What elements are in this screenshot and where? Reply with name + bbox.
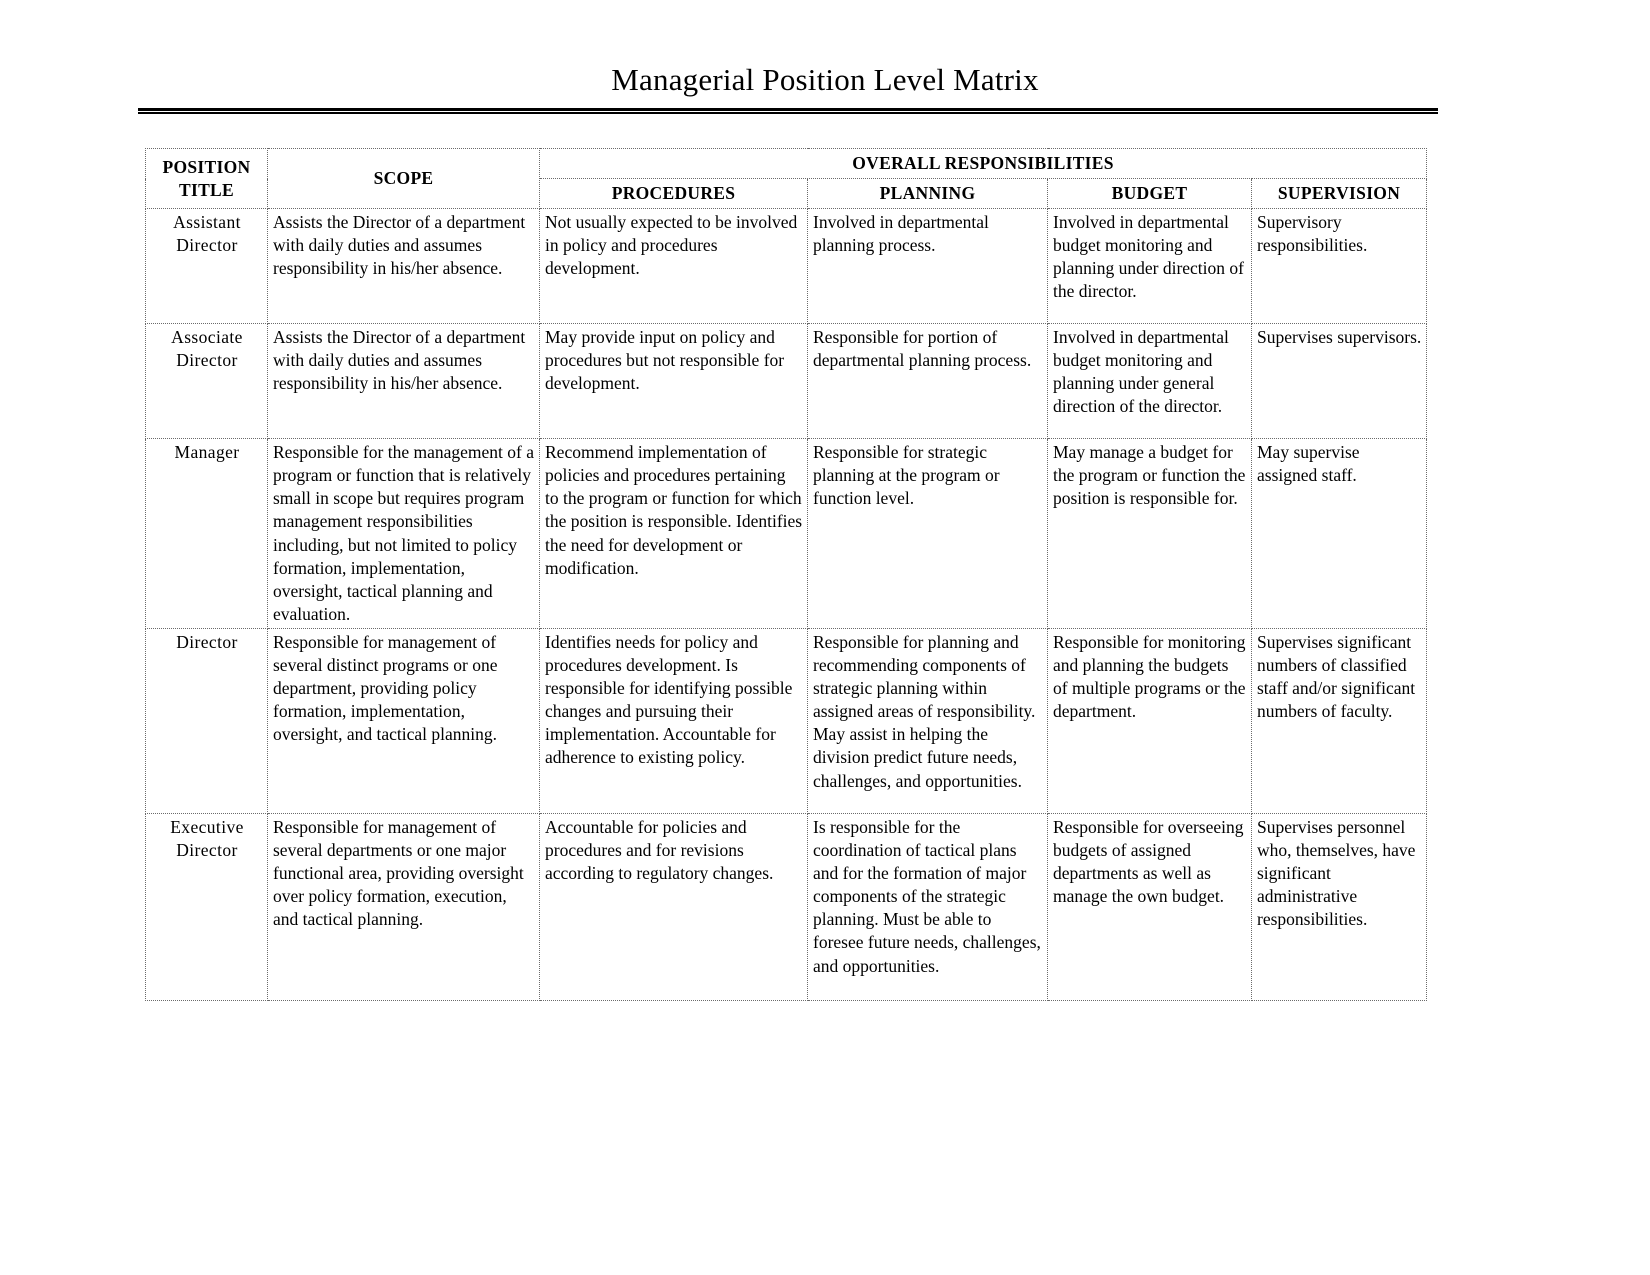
header-position-title: POSITION TITLE: [145, 147, 268, 210]
table-row: Associate Director Assists the Director …: [145, 323, 1428, 440]
table-row: Assistant Director Assists the Director …: [145, 208, 1428, 325]
cell-procedures: Accountable for policies and procedures …: [539, 812, 808, 1001]
table-row: Director Responsible for management of s…: [145, 627, 1428, 814]
cell-scope: Responsible for management of several di…: [267, 627, 540, 814]
row-position-title-line1: Manager: [174, 442, 240, 463]
row-position-title-line2: Director: [176, 840, 238, 861]
managerial-position-matrix: POSITION TITLE SCOPE OVERALL RESPONSIBIL…: [145, 147, 1428, 1001]
header-supervision: SUPERVISION: [1250, 178, 1428, 210]
cell-budget: Involved in departmental budget monitori…: [1047, 208, 1252, 325]
row-position-title: Assistant Director: [145, 208, 268, 325]
row-position-title-line1: Director: [176, 631, 238, 652]
row-position-title: Director: [145, 627, 268, 814]
divider-line-thin: [138, 112, 1438, 114]
page-title: Managerial Position Level Matrix: [611, 62, 1039, 97]
header-overall-responsibilities: OVERALL RESPONSIBILITIES: [538, 147, 1428, 180]
cell-procedures: May provide input on policy and procedur…: [539, 323, 808, 440]
cell-scope: Assists the Director of a department wit…: [267, 323, 540, 440]
cell-budget: May manage a budget for the program or f…: [1047, 438, 1252, 629]
header-position-title-line2: TITLE: [179, 179, 234, 200]
cell-planning: Is responsible for the coordination of t…: [807, 812, 1048, 1001]
header-scope: SCOPE: [267, 147, 540, 210]
row-position-title-line1: Assistant: [173, 212, 241, 233]
row-position-title-line2: Director: [176, 350, 238, 371]
table-row: Executive Director Responsible for manag…: [145, 812, 1428, 1001]
cell-scope: Assists the Director of a department wit…: [267, 208, 540, 325]
cell-procedures: Recommend implementation of policies and…: [539, 438, 808, 629]
cell-planning: Responsible for portion of departmental …: [807, 323, 1048, 440]
title-divider-rule: [138, 108, 1438, 114]
cell-planning: Responsible for strategic planning at th…: [807, 438, 1048, 629]
cell-supervision: Supervisory responsibilities.: [1250, 208, 1428, 325]
cell-budget: Responsible for monitoring and planning …: [1047, 627, 1252, 814]
table-row: Manager Responsible for the management o…: [145, 438, 1428, 629]
cell-planning: Involved in departmental planning proces…: [807, 208, 1048, 325]
cell-procedures: Identifies needs for policy and procedur…: [539, 627, 808, 814]
row-position-title-line1: Associate: [171, 327, 243, 348]
row-position-title: Executive Director: [145, 812, 268, 1001]
cell-supervision: Supervises significant numbers of classi…: [1250, 627, 1428, 814]
header-planning: PLANNING: [807, 178, 1048, 210]
matrix-table: POSITION TITLE SCOPE OVERALL RESPONSIBIL…: [145, 147, 1428, 1001]
cell-budget: Involved in departmental budget monitori…: [1047, 323, 1252, 440]
cell-supervision: May supervise assigned staff.: [1250, 438, 1428, 629]
table-body: Assistant Director Assists the Director …: [145, 208, 1428, 1001]
row-position-title-line2: Director: [176, 235, 238, 256]
document-page: Managerial Position Level Matrix POSITIO…: [0, 0, 1650, 1275]
cell-budget: Responsible for overseeing budgets of as…: [1047, 812, 1252, 1001]
header-budget: BUDGET: [1047, 178, 1252, 210]
table-header: POSITION TITLE SCOPE OVERALL RESPONSIBIL…: [145, 147, 1428, 210]
cell-scope: Responsible for the management of a prog…: [267, 438, 540, 629]
row-position-title: Associate Director: [145, 323, 268, 440]
cell-planning: Responsible for planning and recommendin…: [807, 627, 1048, 814]
row-position-title: Manager: [145, 438, 268, 629]
header-procedures: PROCEDURES: [539, 178, 808, 210]
divider-line-thick: [138, 108, 1438, 111]
header-position-title-line1: POSITION: [162, 156, 251, 177]
cell-supervision: Supervises personnel who, themselves, ha…: [1250, 812, 1428, 1001]
cell-scope: Responsible for management of several de…: [267, 812, 540, 1001]
header-row-top: POSITION TITLE SCOPE OVERALL RESPONSIBIL…: [145, 147, 1428, 210]
cell-supervision: Supervises supervisors.: [1250, 323, 1428, 440]
row-position-title-line1: Executive: [170, 816, 244, 837]
cell-procedures: Not usually expected to be involved in p…: [539, 208, 808, 325]
